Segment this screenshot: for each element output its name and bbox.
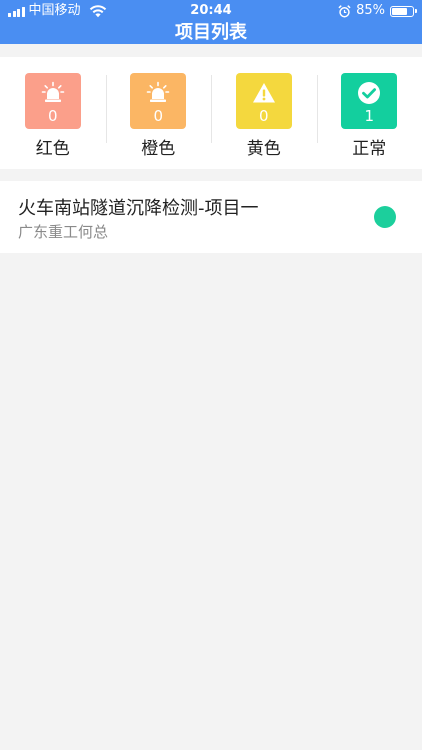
summary-red-count: 0: [47, 107, 58, 125]
summary-normal-tile[interactable]: 1: [341, 73, 398, 129]
alarm-light-icon: [41, 81, 65, 102]
project-list-item[interactable]: 火车南站隧道沉降检测-项目一 广东重工何总: [0, 181, 422, 253]
summary-orange-tile[interactable]: 0: [130, 73, 187, 129]
top-header: 中国移动 20:44 85% 项目列表: [0, 0, 422, 44]
page-title: 项目列表: [175, 22, 247, 43]
summary-normal-count: 1: [364, 107, 375, 125]
battery-icon: [390, 5, 417, 17]
check-circle-icon: [358, 82, 381, 104]
summary-red-tile[interactable]: 0: [24, 73, 81, 129]
battery-percent: 85%: [356, 3, 385, 18]
summary-yellow[interactable]: 0 黄色: [211, 57, 317, 169]
battery-fill: [392, 7, 408, 15]
summary-orange-count: 0: [153, 107, 164, 125]
summary-normal[interactable]: 1 正常: [316, 57, 422, 169]
alarm-clock-icon: [338, 4, 351, 17]
summary-red[interactable]: 0 红色: [0, 57, 106, 169]
project-title: 火车南站隧道沉降检测-项目一: [18, 198, 259, 219]
summary-yellow-tile[interactable]: 0: [235, 73, 292, 129]
summary-orange-label: 橙色: [141, 139, 176, 159]
summary-normal-label: 正常: [352, 139, 387, 159]
warning-icon: [252, 83, 275, 103]
status-right: 85%: [338, 0, 417, 22]
alert-summary: 0 红色 0 橙色 0 黄色 1 正常: [0, 57, 422, 169]
summary-red-label: 红色: [35, 139, 70, 159]
status-bar: 中国移动 20:44 85%: [0, 0, 422, 22]
summary-orange[interactable]: 0 橙色: [105, 57, 212, 169]
summary-yellow-count: 0: [258, 107, 269, 125]
project-status-dot: [374, 206, 396, 228]
alarm-light-icon: [146, 81, 170, 102]
summary-yellow-label: 黄色: [246, 139, 281, 159]
project-subtitle: 广东重工何总: [18, 223, 109, 241]
